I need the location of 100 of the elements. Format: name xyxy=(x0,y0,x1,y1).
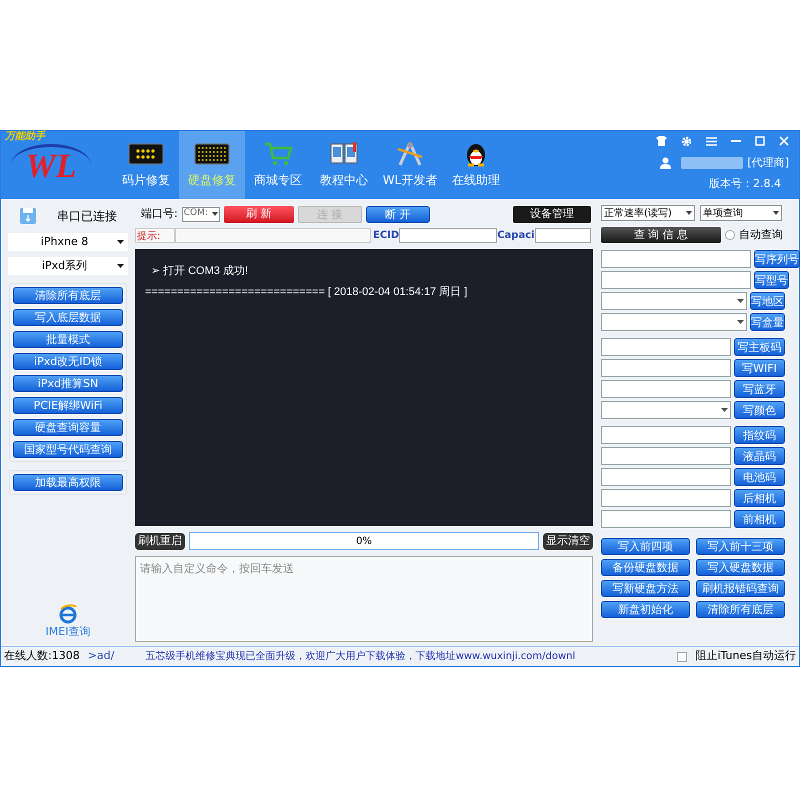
auto-query-label: 自动查询 xyxy=(739,226,783,243)
redacted-name xyxy=(681,157,744,170)
input-field[interactable] xyxy=(601,250,751,268)
option-dropdown[interactable]: 单项查询 xyxy=(700,205,782,221)
imei-link[interactable]: IMEI查询 xyxy=(46,624,90,640)
write-button[interactable]: 电池码 xyxy=(734,468,785,486)
maximize-icon[interactable] xyxy=(755,136,765,146)
console-line: ➢ 打开 COM3 成功! xyxy=(150,264,248,279)
capacity-label: Capaci xyxy=(497,228,535,242)
action-button[interactable]: 清除所有底层 xyxy=(13,287,123,304)
dropdown-arrow-icon xyxy=(737,320,744,324)
input-field[interactable] xyxy=(601,468,731,486)
clear-display-button[interactable]: 显示清空 xyxy=(543,532,593,550)
ecid-field[interactable] xyxy=(399,228,498,242)
dropdown-arrow-icon xyxy=(721,408,728,412)
flash-restart-button[interactable]: 刷机重启 xyxy=(135,532,185,550)
port-dropdown[interactable]: COM: xyxy=(182,206,220,222)
capacity-field[interactable] xyxy=(534,228,591,242)
write-button[interactable]: 写主板码 xyxy=(734,338,785,356)
input-field[interactable] xyxy=(601,426,731,444)
dropdown-arrow-icon xyxy=(773,211,779,215)
dropdown-arrow-icon xyxy=(117,264,124,268)
port-label: 端口号: xyxy=(141,206,178,222)
write-button[interactable]: 指纹码 xyxy=(734,426,785,444)
write-button[interactable]: 写盒量 xyxy=(750,313,785,331)
version-label: 版本号：2.8.4 xyxy=(709,176,781,192)
disconnect-button[interactable]: 断 开 xyxy=(366,206,430,222)
menu-icon[interactable] xyxy=(706,136,717,146)
device-dropdown[interactable]: iPhxne 8 xyxy=(8,233,128,251)
settings-icon[interactable] xyxy=(681,136,692,146)
action-button[interactable]: 写入前十三项 xyxy=(696,538,785,555)
device-dropdown[interactable]: iPxd系列 xyxy=(8,257,128,275)
marquee-text: 五芯级手机维修宝典现已全面升级，欢迎广大用户下载体验，下载地址www.wuxinji.com/downl xyxy=(146,650,576,664)
block-itunes-label: 阻止iTunes自动运行 xyxy=(695,648,796,664)
write-button[interactable]: 前相机 xyxy=(734,510,785,528)
dropdown-arrow-icon xyxy=(686,211,692,215)
action-button[interactable]: 写新硬盘方法 xyxy=(601,580,690,597)
action-button[interactable]: 写入前四项 xyxy=(601,538,690,555)
toolbar-tab[interactable]: 在线助理 xyxy=(443,131,509,199)
input-field[interactable] xyxy=(601,510,731,528)
write-button[interactable]: 写蓝牙 xyxy=(734,380,785,398)
toolbar-tab[interactable]: 码片修复 xyxy=(113,131,179,199)
circuit-board-icon xyxy=(194,141,230,167)
write-button[interactable]: 写颜色 xyxy=(734,401,785,419)
block-itunes-checkbox[interactable] xyxy=(677,652,688,662)
write-button[interactable]: 写型号 xyxy=(754,271,789,289)
write-button[interactable]: 写地区 xyxy=(750,292,785,310)
write-button[interactable]: 写序列号 xyxy=(754,250,800,268)
toolbar-tab[interactable]: 教程中心 xyxy=(311,131,377,199)
connection-status: 串口已连接 xyxy=(57,208,117,225)
write-button[interactable]: 后相机 xyxy=(734,489,785,507)
input-field[interactable] xyxy=(601,380,731,398)
progress-text: 0% xyxy=(355,534,373,548)
option-dropdown[interactable]: 正常速率(读写) xyxy=(601,205,695,221)
input-field[interactable] xyxy=(601,271,751,289)
action-button[interactable]: iPxd推算SN xyxy=(13,375,123,392)
hint-field[interactable] xyxy=(175,228,371,242)
toolbar-tab[interactable]: 商城专区 xyxy=(245,131,311,199)
auto-query-radio[interactable] xyxy=(725,230,735,240)
dropdown-field[interactable] xyxy=(601,401,731,419)
shirt-icon[interactable] xyxy=(656,136,667,146)
action-button[interactable]: 写入硬盘数据 xyxy=(696,559,785,576)
input-field[interactable] xyxy=(601,338,731,356)
shopping-cart-icon xyxy=(263,141,293,167)
action-button[interactable]: iPxd改无ID锁 xyxy=(13,353,123,370)
query-info-button[interactable]: 查 询 信 息 xyxy=(601,227,721,243)
close-icon[interactable] xyxy=(779,136,789,146)
ecid-label: ECID xyxy=(373,228,400,242)
browser-icon[interactable] xyxy=(58,604,78,624)
device-manager-button[interactable]: 设备管理 xyxy=(513,206,591,222)
toolbar-tab[interactable]: 硬盘修复 xyxy=(179,131,245,199)
hint-label: 提示: xyxy=(135,228,175,242)
action-button[interactable]: 国家型号代码查询 xyxy=(13,441,123,458)
online-count: 在线人数:1308 xyxy=(4,648,80,664)
dropdown-arrow-icon xyxy=(117,240,124,244)
write-button[interactable]: 液晶码 xyxy=(734,447,785,465)
action-button[interactable]: 刷机报错码查询 xyxy=(696,580,785,597)
action-button[interactable]: 硬盘查询容量 xyxy=(13,419,123,436)
write-button[interactable]: 写WIFI xyxy=(734,359,785,377)
dropdown-arrow-icon xyxy=(737,299,744,303)
toolbar-tab[interactable]: WL开发者 xyxy=(377,131,443,199)
console-line: ============================ [ 2018-02-04 01:54:17 周日 ] xyxy=(145,284,468,300)
action-button[interactable]: 备份硬盘数据 xyxy=(601,559,690,576)
refresh-button[interactable]: 刷 新 xyxy=(224,206,294,222)
chip-icon xyxy=(128,141,164,167)
dropdown-field[interactable] xyxy=(601,292,747,310)
action-button[interactable]: 批量模式 xyxy=(13,331,123,348)
input-field[interactable] xyxy=(601,489,731,507)
action-button[interactable]: 写入底层数据 xyxy=(13,309,123,326)
action-button[interactable]: 加载最高权限 xyxy=(13,474,123,491)
action-button[interactable]: 清除所有底层 xyxy=(696,601,785,618)
command-input[interactable]: 请输入自定义命令，按回车发送 xyxy=(135,556,593,642)
dropdown-field[interactable] xyxy=(601,313,747,331)
user-role: [代理商] xyxy=(747,155,789,171)
dropdown-arrow-icon xyxy=(212,212,218,216)
input-field[interactable] xyxy=(601,447,731,465)
input-field[interactable] xyxy=(601,359,731,377)
action-button[interactable]: 新盘初始化 xyxy=(601,601,690,618)
compass-tools-icon xyxy=(395,141,425,167)
action-button[interactable]: PCIE解绑WiFi xyxy=(13,397,123,414)
